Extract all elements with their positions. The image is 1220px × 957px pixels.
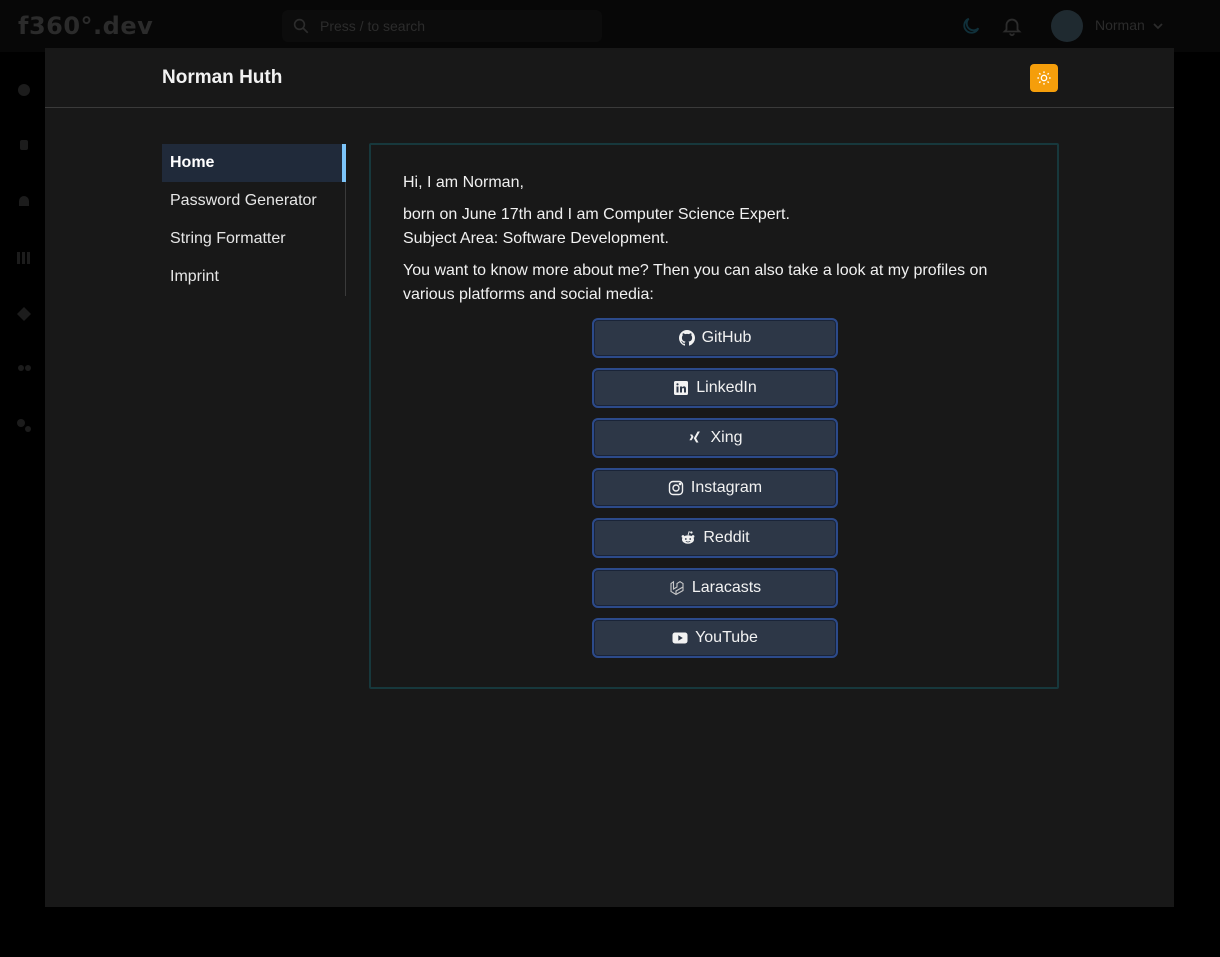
modal-title: Norman Huth: [162, 67, 283, 88]
diamond-icon: [17, 307, 31, 321]
youtube-link-button[interactable]: YouTube: [592, 618, 838, 658]
laracasts-link-button[interactable]: Laracasts: [592, 568, 838, 608]
nav-item-label: Password Generator: [170, 192, 317, 209]
chevron-down-icon: [1153, 23, 1163, 30]
profile-modal: Norman Huth Home Password Generator Stri…: [45, 48, 1174, 907]
bell-icon: [19, 196, 29, 206]
sun-icon: [1037, 71, 1051, 85]
link-label: YouTube: [695, 629, 758, 646]
modal-header: Norman Huth: [45, 48, 1174, 108]
nav-item-home[interactable]: Home: [162, 144, 346, 182]
reddit-link-button[interactable]: Reddit: [592, 518, 838, 558]
plug-icon: [20, 140, 28, 150]
link-label: Laracasts: [691, 579, 762, 596]
instagram-icon: [668, 480, 684, 496]
user-menu-name: Norman: [1095, 17, 1145, 33]
instagram-link-button[interactable]: Instagram: [592, 468, 838, 508]
reddit-icon: [681, 531, 695, 544]
nav-item-label: Home: [170, 154, 215, 171]
xing-link-button[interactable]: Xing: [592, 418, 838, 458]
nav-item-label: String Formatter: [170, 230, 286, 247]
github-link-button[interactable]: GitHub: [592, 318, 838, 358]
linkedin-link-button[interactable]: LinkedIn: [592, 368, 838, 408]
profiles-intro-text: You want to know more about me? Then you…: [403, 262, 988, 303]
youtube-icon: [672, 632, 688, 644]
linkedin-icon: [674, 381, 689, 395]
bio-line-subject: Subject Area: Software Development.: [403, 230, 669, 247]
nav-item-label: Imprint: [170, 268, 219, 285]
avatar: [1051, 10, 1083, 42]
profile-links: GitHub LinkedIn Xing Instagram Reddit La…: [592, 318, 838, 668]
link-label: GitHub: [701, 329, 752, 346]
about-text: Hi, I am Norman, born on June 17th and I…: [403, 171, 1023, 315]
link-label: Xing: [710, 429, 743, 446]
cogs-icon: [17, 419, 31, 432]
library-icon: [17, 252, 30, 264]
app-logo: f360°.dev: [18, 12, 154, 40]
link-label: LinkedIn: [696, 379, 757, 396]
theme-toggle-button[interactable]: [1030, 64, 1058, 92]
bio-line-birthday: born on June 17th and I am Computer Scie…: [403, 206, 790, 223]
link-label: Reddit: [703, 529, 750, 546]
laracasts-icon: [670, 580, 684, 596]
nav-item-imprint[interactable]: Imprint: [162, 258, 345, 296]
bell-icon: [1002, 18, 1022, 37]
side-nav: Home Password Generator String Formatter…: [162, 144, 346, 296]
bio-text: born on June 17th and I am Computer Scie…: [403, 203, 1023, 251]
app-topbar: f360°.dev Norman: [0, 0, 1220, 52]
xing-icon: [689, 431, 701, 443]
settings-icon: [18, 84, 30, 96]
greeting-text: Hi, I am Norman,: [403, 174, 524, 191]
search-box: [282, 10, 602, 42]
moon-icon: [963, 17, 980, 34]
users-icon: [18, 365, 31, 371]
search-input: [320, 16, 590, 36]
search-icon: [293, 18, 309, 34]
about-card: Hi, I am Norman, born on June 17th and I…: [369, 143, 1059, 689]
nav-item-string-formatter[interactable]: String Formatter: [162, 220, 345, 258]
nav-item-password-generator[interactable]: Password Generator: [162, 182, 345, 220]
link-label: Instagram: [690, 479, 763, 496]
github-icon: [678, 330, 695, 346]
